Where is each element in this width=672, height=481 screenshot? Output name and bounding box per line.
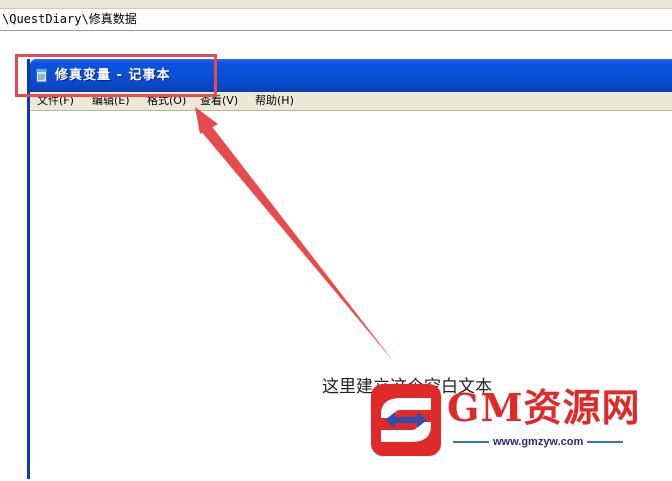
- watermark-url-text: www.gmzyw.com: [493, 436, 584, 448]
- url-divider-left: [453, 441, 489, 444]
- toolbar-band: [0, 0, 672, 9]
- watermark-title: GM资源网: [447, 385, 641, 430]
- watermark-logo: GM资源网 www.gmzyw.com: [371, 384, 672, 466]
- watermark-url: www.gmzyw.com: [449, 436, 627, 448]
- gm-logo-icon: [371, 384, 441, 456]
- menu-help[interactable]: 帮助(H): [255, 92, 294, 110]
- title-highlight-box: [15, 54, 217, 97]
- explorer-address-strip: \QuestDiary\修真数据: [0, 0, 672, 40]
- address-bar-path[interactable]: \QuestDiary\修真数据: [0, 9, 672, 31]
- url-divider-right: [587, 441, 624, 444]
